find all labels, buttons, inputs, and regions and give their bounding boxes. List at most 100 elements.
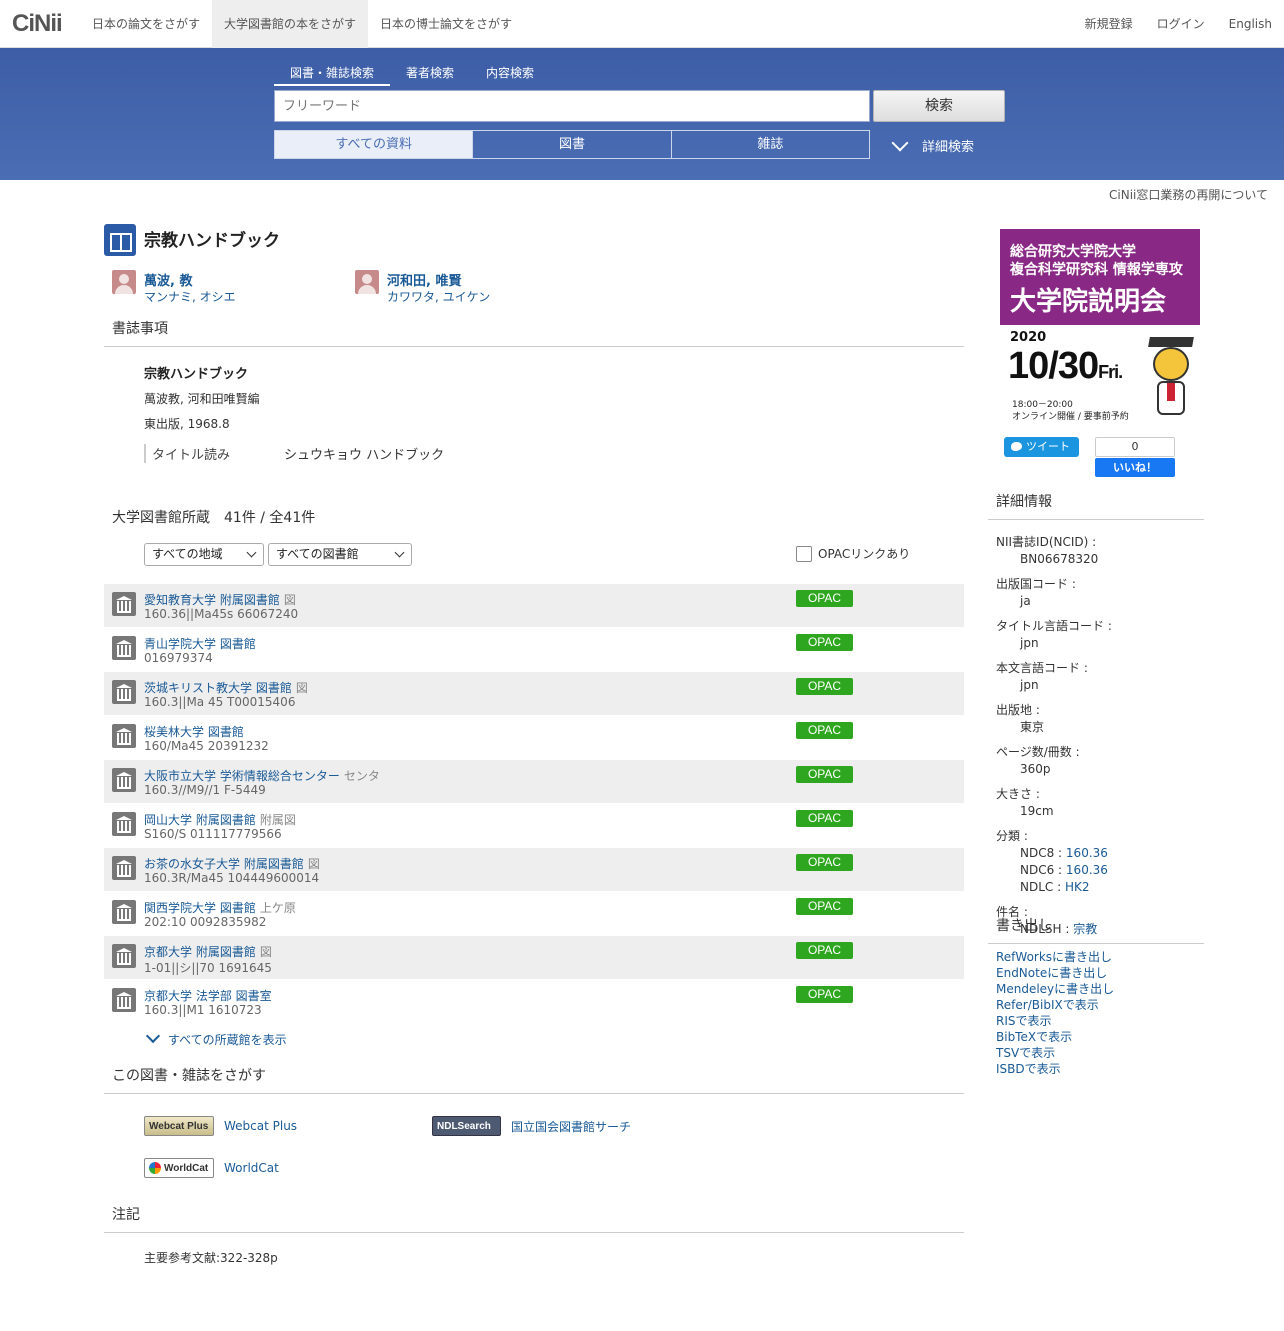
export-isbd[interactable]: ISBDで表示 [996, 1062, 1061, 1076]
classification-label: 分類 : [996, 829, 1028, 843]
ndl-search-item[interactable]: NDLSearch 国立国会図書館サーチ [432, 1116, 631, 1136]
region-select[interactable]: すべての地域 [144, 543, 264, 566]
library-link[interactable]: お茶の水女子大学 附属図書館 [144, 857, 304, 871]
call-number: 1-01||シ||70 1691645 [144, 961, 272, 975]
export-refer[interactable]: Refer/BibIXで表示 [996, 998, 1099, 1012]
library-link[interactable]: 大阪市立大学 学術情報総合センター [144, 769, 340, 783]
ad-date: 10/30Fri. [1008, 345, 1123, 388]
opac-button[interactable]: OPAC [796, 898, 853, 915]
nav-books[interactable]: 大学図書館の本をさがす [212, 0, 369, 48]
table-row: 茨城キリスト教大学 図書館図 160.3||Ma 45 T00015406 OP… [104, 671, 964, 715]
ndl-search-logo[interactable]: NDLSearch [432, 1116, 501, 1136]
ndc8-link[interactable]: 160.36 [1066, 846, 1108, 860]
opac-button[interactable]: OPAC [796, 722, 853, 739]
nav-articles[interactable]: 日本の論文をさがす [80, 0, 212, 48]
library-icon [112, 592, 136, 616]
library-name: 青山学院大学 図書館 [144, 635, 260, 652]
filter-all[interactable]: すべての資料 [275, 131, 474, 158]
library-select[interactable]: すべての図書館 [268, 543, 412, 566]
worldcat-link[interactable]: WorldCat [224, 1161, 279, 1175]
ad-date-value: 10/30 [1008, 345, 1099, 387]
search-type-tabs: 図書・雑誌検索 著者検索 内容検索 [274, 64, 550, 86]
ndlc-row: NDLC : HK2 [996, 879, 1204, 895]
library-link[interactable]: 茨城キリスト教大学 図書館 [144, 681, 292, 695]
show-all-holdings[interactable]: すべての所蔵館を表示 [104, 1023, 964, 1055]
mascot-illustration [1145, 337, 1195, 419]
holdings-heading: 大学図書館所蔵 41件 / 全41件 [112, 510, 316, 526]
library-link[interactable]: 愛知教育大学 附属図書館 [144, 593, 280, 607]
pages-value: 360p [1020, 762, 1051, 776]
advertisement-banner[interactable]: 総合研究大学院大学 複合科学研究科 情報学専攻 大学院説明会 2020 10/3… [1000, 229, 1200, 424]
worldcat-logo[interactable]: WorldCat [144, 1158, 214, 1178]
title-reading: タイトル読み シュウキョウ ハンドブック [144, 444, 964, 463]
export-tsv[interactable]: TSVで表示 [996, 1046, 1055, 1060]
title-row: 宗教ハンドブック [104, 222, 964, 256]
ndlc-link[interactable]: HK2 [1065, 880, 1090, 894]
tweet-button[interactable]: ツイート [1004, 437, 1079, 457]
export-ris[interactable]: RISで表示 [996, 1014, 1052, 1028]
search-button[interactable]: 検索 [873, 90, 1005, 122]
library-link[interactable]: 桜美林大学 図書館 [144, 725, 244, 739]
ad-online: オンライン開催 / 要事前予約 [1012, 412, 1129, 422]
export-endnote[interactable]: EndNoteに書き出し [996, 966, 1107, 980]
opac-button[interactable]: OPAC [796, 810, 853, 827]
search-input[interactable] [274, 90, 870, 122]
show-all-link[interactable]: すべての所蔵館を表示 [168, 1031, 287, 1048]
opac-checkbox[interactable] [796, 545, 812, 562]
filter-books[interactable]: 図書 [473, 131, 672, 158]
english-link[interactable]: English [1217, 0, 1284, 48]
call-number: 202:10 0092835982 [144, 915, 267, 929]
cinii-logo[interactable]: CiNii [12, 10, 63, 38]
opac-button[interactable]: OPAC [796, 942, 853, 959]
library-location: センタ [343, 769, 380, 783]
advanced-search-toggle[interactable]: 詳細検索 [890, 134, 974, 155]
library-link[interactable]: 青山学院大学 図書館 [144, 637, 256, 651]
register-link[interactable]: 新規登録 [1073, 0, 1145, 48]
notice-link[interactable]: CiNii窓口業務の再開について [1109, 186, 1268, 203]
library-icon [112, 856, 136, 880]
nav-dissertations[interactable]: 日本の博士論文をさがす [368, 0, 524, 48]
library-location: 上ケ原 [259, 901, 296, 915]
size-label: 大きさ : [996, 787, 1040, 801]
table-row: 京都大学 法学部 図書室 160.3||M1 1610723 OPAC [104, 979, 964, 1023]
library-link[interactable]: 関西学院大学 図書館 [144, 901, 256, 915]
facebook-like[interactable]: 0 いいね！ [1095, 437, 1175, 477]
author-name[interactable]: 萬波, 教 [144, 270, 192, 289]
webcat-plus-logo[interactable]: Webcat Plus [144, 1116, 214, 1136]
library-link[interactable]: 京都大学 附属図書館 [144, 945, 256, 959]
author-kana[interactable]: カワワタ, ユイケン [387, 288, 490, 305]
library-link[interactable]: 京都大学 法学部 図書室 [144, 989, 272, 1003]
opac-button[interactable]: OPAC [796, 590, 853, 607]
export-list: RefWorksに書き出し EndNoteに書き出し Mendeleyに書き出し… [996, 949, 1114, 1077]
opac-button[interactable]: OPAC [796, 766, 853, 783]
ndc6-link[interactable]: 160.36 [1066, 863, 1108, 877]
library-link[interactable]: 岡山大学 附属図書館 [144, 813, 256, 827]
author-name[interactable]: 河和田, 唯賢 [387, 270, 461, 289]
tab-authors[interactable]: 著者検索 [390, 64, 470, 86]
tab-books-journals[interactable]: 図書・雑誌検索 [274, 64, 391, 86]
webcat-plus-item[interactable]: Webcat Plus Webcat Plus [144, 1116, 297, 1136]
opac-button[interactable]: OPAC [796, 854, 853, 871]
filter-journals[interactable]: 雑誌 [672, 131, 869, 158]
opac-button[interactable]: OPAC [796, 986, 853, 1003]
ndl-search-link[interactable]: 国立国会図書館サーチ [511, 1118, 631, 1135]
library-name: 愛知教育大学 附属図書館図 [144, 591, 296, 608]
opac-button[interactable]: OPAC [796, 634, 853, 651]
opac-button[interactable]: OPAC [796, 678, 853, 695]
worldcat-item[interactable]: WorldCat WorldCat [144, 1158, 279, 1178]
export-bibtex[interactable]: BibTeXで表示 [996, 1030, 1072, 1044]
author-kana[interactable]: マンナミ, オシエ [144, 288, 236, 305]
table-row: 京都大学 附属図書館図 1-01||シ||70 1691645 OPAC [104, 935, 964, 979]
tab-contents[interactable]: 内容検索 [470, 64, 550, 86]
notes-text: 主要参考文献:322-328p [144, 1251, 278, 1265]
export-mendeley[interactable]: Mendeleyに書き出し [996, 982, 1114, 996]
holdings-filters: すべての地域 すべての図書館 OPACリンクあり [104, 543, 964, 583]
details-list: NII書誌ID(NCID) : BN06678320 出版国コード : ja タ… [996, 525, 1204, 937]
opac-filter[interactable]: OPACリンクあり [796, 545, 910, 562]
login-link[interactable]: ログイン [1145, 0, 1217, 48]
export-refworks[interactable]: RefWorksに書き出し [996, 950, 1112, 964]
webcat-plus-link[interactable]: Webcat Plus [224, 1119, 297, 1133]
biblio-responsibility: 萬波教, 河和田唯賢編 [144, 392, 260, 406]
like-button[interactable]: いいね！ [1095, 458, 1175, 477]
call-number: 160/Ma45 20391232 [144, 739, 269, 753]
